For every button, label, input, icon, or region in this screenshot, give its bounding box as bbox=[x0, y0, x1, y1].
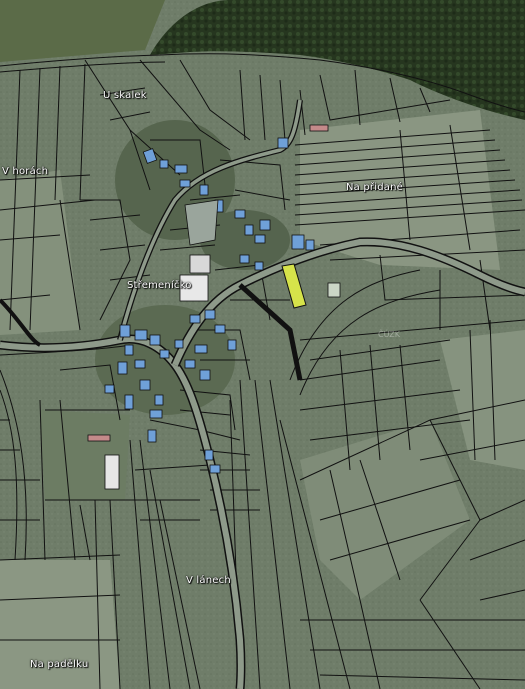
place-label-na-pridane: Na přidané bbox=[346, 182, 403, 193]
place-label-na-padelku: Na padělku bbox=[30, 659, 89, 670]
place-label-stremenicko: Střemeníčko bbox=[127, 280, 192, 291]
cadastral-map[interactable]: U skalek V horách Na přidané Střemeníčko… bbox=[0, 0, 525, 689]
place-label-v-horach: V horách bbox=[2, 166, 49, 177]
map-canvas[interactable] bbox=[0, 0, 525, 689]
place-label-u-skalek: U skalek bbox=[103, 90, 147, 101]
watermark: ČÚZK bbox=[378, 330, 401, 339]
place-label-v-lanech: V lánech bbox=[186, 575, 231, 586]
